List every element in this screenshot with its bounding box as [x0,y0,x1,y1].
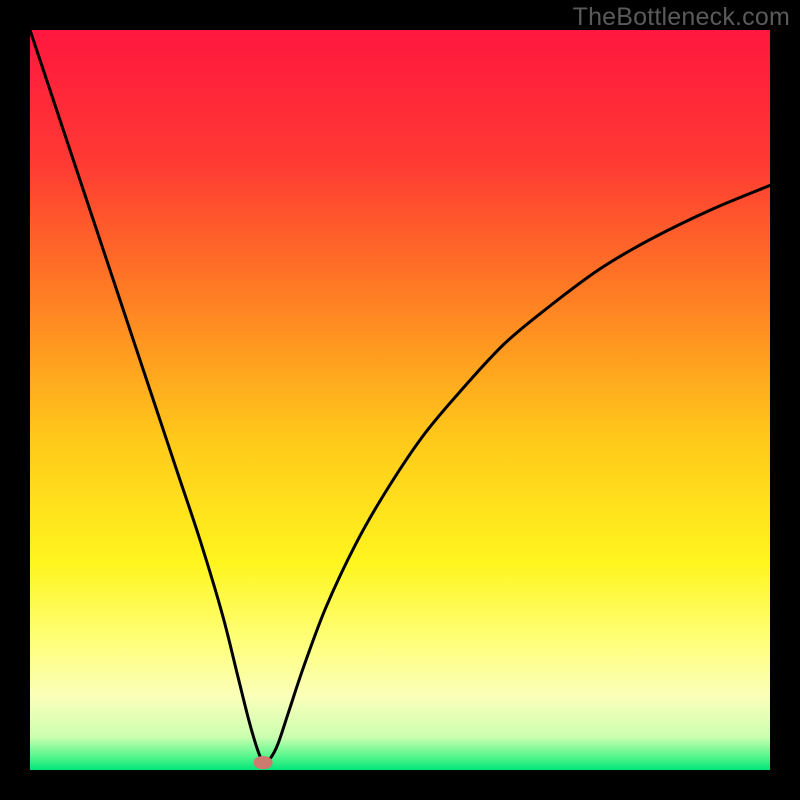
watermark-text: TheBottleneck.com [573,3,790,32]
optimal-point-marker [253,756,272,769]
gradient-background [30,30,770,770]
chart-frame: TheBottleneck.com [0,0,800,800]
bottleneck-chart [30,30,770,770]
plot-area [30,30,770,770]
